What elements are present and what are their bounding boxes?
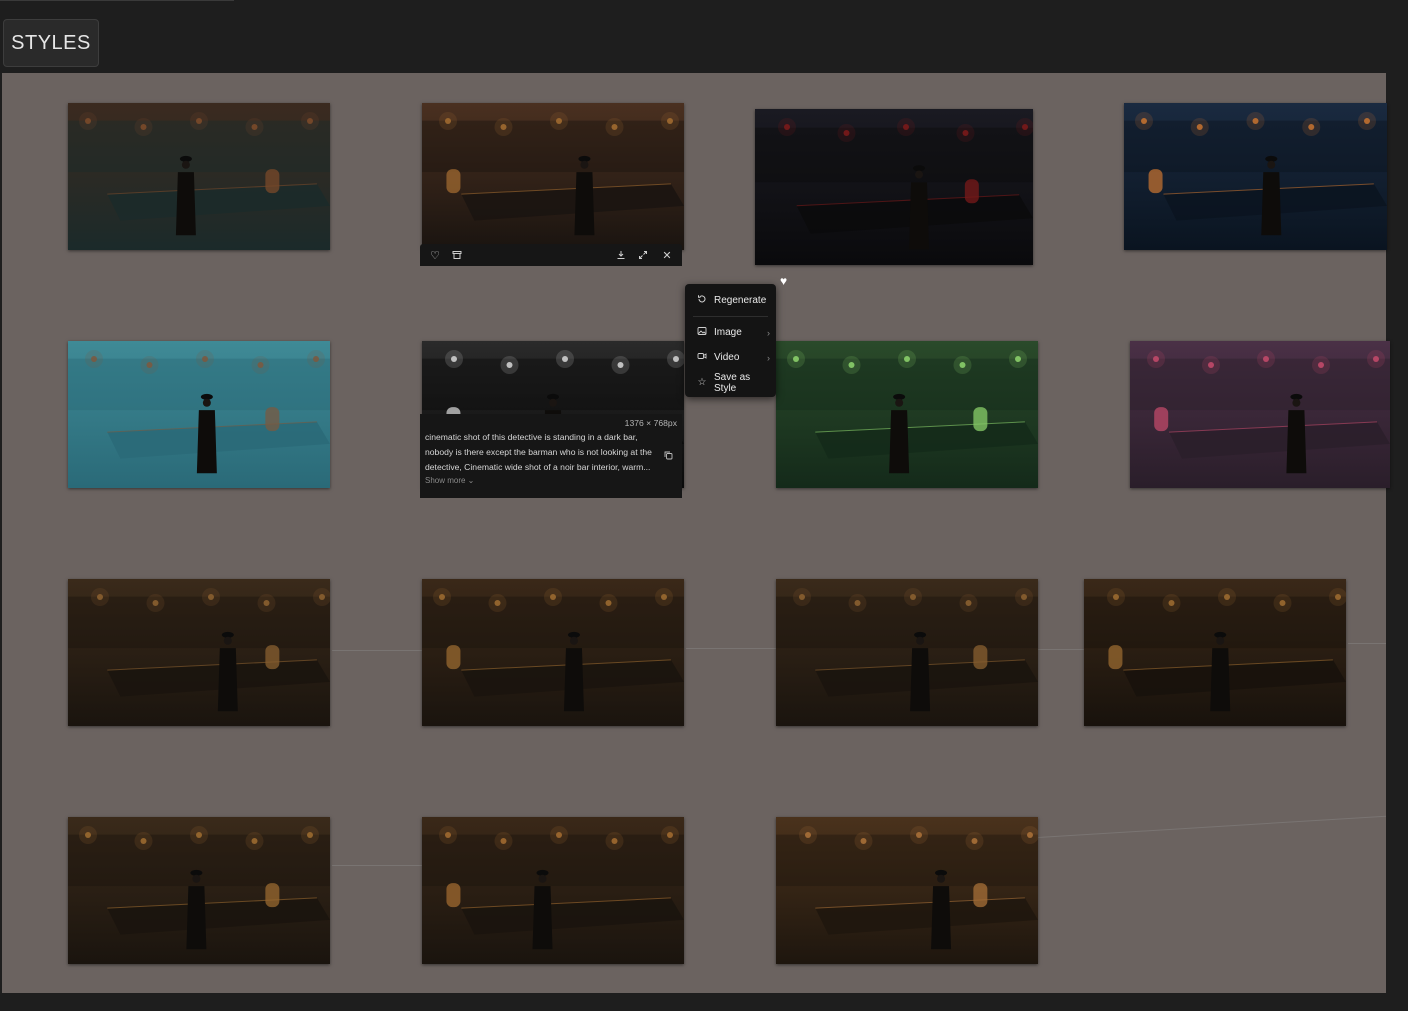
menu-item-label: Save as Style [714, 371, 751, 394]
chevron-right-icon: › [767, 352, 770, 363]
menu-item-image[interactable]: Image › [685, 320, 776, 345]
gallery-image-blue-neon-jukebox-bar[interactable] [1124, 103, 1387, 250]
gallery-image-detective-barman-6[interactable] [776, 817, 1038, 964]
menu-item-label: Image [714, 327, 742, 338]
chevron-right-icon: › [767, 327, 770, 338]
favorite-heart-icon[interactable]: ♥ [780, 274, 787, 288]
gallery-image-teal-bar-detective[interactable] [68, 103, 330, 250]
regenerate-icon [695, 294, 709, 307]
gallery-image-silhouette-red-bar[interactable] [755, 109, 1033, 265]
connector-line [1038, 815, 1386, 838]
canvas-edge [1386, 73, 1408, 993]
context-menu: Regenerate Image › Video › ☆ Save as Sty… [685, 284, 776, 397]
close-icon[interactable]: ✕ [660, 248, 674, 262]
prompt-text: cinematic shot of this detective is stan… [425, 430, 677, 475]
star-icon: ☆ [697, 377, 707, 388]
menu-item-video[interactable]: Video › [685, 345, 776, 370]
image-icon [695, 326, 709, 339]
gallery-image-foggy-window-bar[interactable] [68, 341, 330, 488]
heart-outline-icon[interactable]: ♡ [428, 248, 442, 262]
menu-item-regenerate[interactable]: Regenerate [685, 288, 776, 313]
copy-icon[interactable] [664, 450, 673, 465]
connector-line [1038, 649, 1086, 650]
show-more-link[interactable]: Show more ⌄ [425, 475, 677, 487]
menu-item-label: Regenerate [714, 295, 767, 306]
connector-line [332, 865, 424, 866]
connector-line [1348, 643, 1386, 644]
menu-item-save-as-style[interactable]: ☆ Save as Style [685, 370, 776, 395]
gallery-image-detective-barman-3[interactable] [776, 579, 1038, 726]
gallery-image-fisheye-bar-jukebox[interactable] [422, 103, 684, 250]
gallery-image-purple-haze-jukebox[interactable] [1130, 341, 1390, 488]
expand-icon[interactable] [636, 248, 650, 262]
top-divider [0, 0, 234, 1]
gallery-image-smoky-jukebox-bar[interactable] [68, 817, 330, 964]
gallery-image-detective-barman-4[interactable] [1084, 579, 1346, 726]
image-info-panel: 1376 × 768px cinematic shot of this dete… [420, 414, 682, 498]
gallery-image-green-haze-bar[interactable] [776, 341, 1038, 488]
gallery-image-detective-barman-2[interactable] [422, 579, 684, 726]
menu-divider [693, 316, 768, 317]
video-icon [695, 351, 709, 364]
connector-line [686, 648, 778, 649]
gallery-image-detective-barman-1[interactable] [68, 579, 330, 726]
styles-button[interactable]: STYLES [3, 19, 99, 67]
image-dimensions: 1376 × 768px [624, 418, 677, 428]
gallery-image-detective-barman-5[interactable] [422, 817, 684, 964]
image-toolbar: ♡ ✕ [420, 244, 682, 266]
menu-item-label: Video [714, 352, 740, 363]
archive-icon[interactable] [450, 248, 464, 262]
connector-line [332, 650, 424, 651]
download-icon[interactable] [614, 248, 628, 262]
prompt-text-value: cinematic shot of this detective is stan… [425, 432, 652, 472]
